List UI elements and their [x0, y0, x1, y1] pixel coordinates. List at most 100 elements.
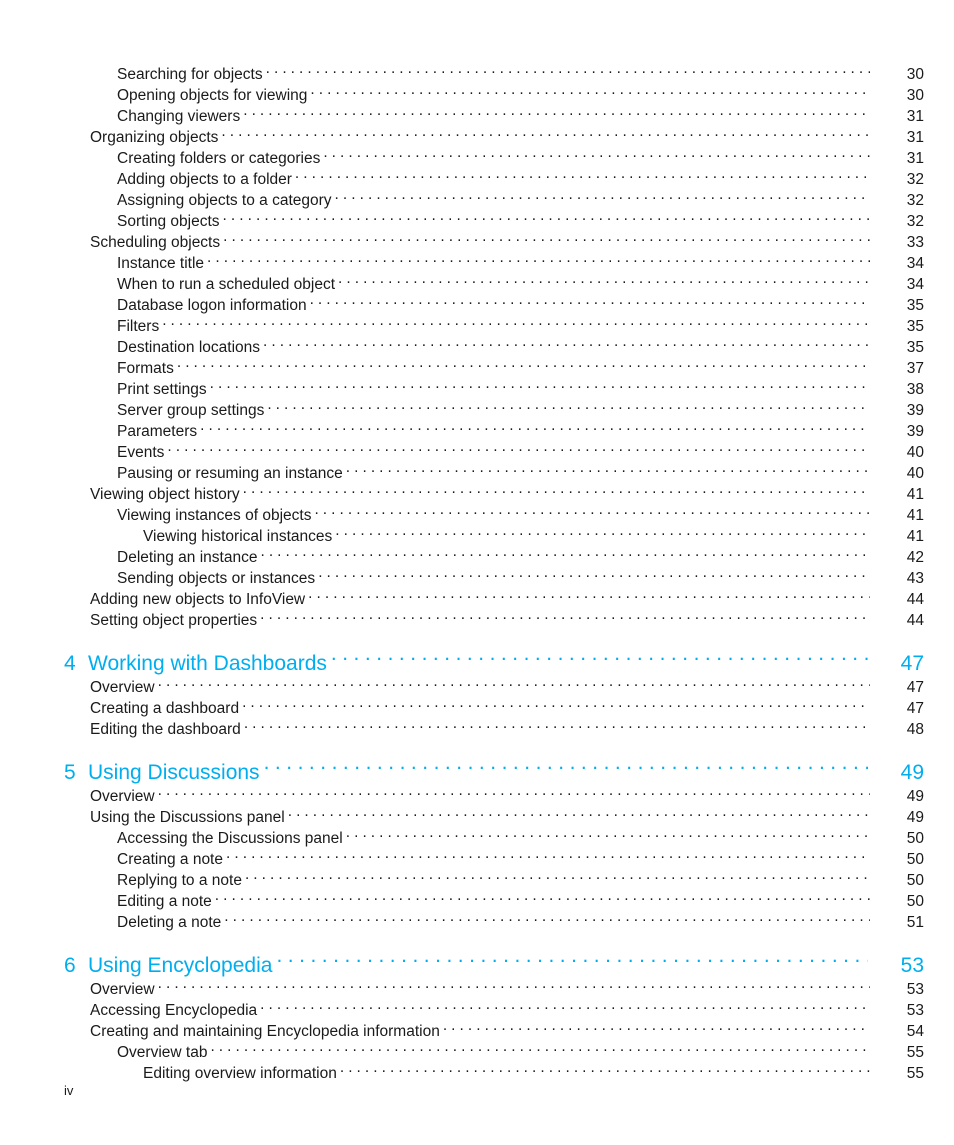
toc-entry-label: Editing the dashboard	[90, 721, 241, 738]
toc-entry-label: Events	[117, 444, 165, 461]
toc-page-number: 35	[906, 297, 924, 314]
toc-entry-label: Creating a note	[117, 851, 223, 868]
dot-leader	[331, 640, 868, 670]
toc-entry-label: Setting object properties	[90, 612, 258, 629]
toc-page-number: 50	[906, 830, 924, 847]
toc-entry-label: Accessing Encyclopedia	[90, 1002, 258, 1019]
dot-leader	[267, 394, 870, 415]
toc-entry-label: Creating folders or categories	[117, 150, 321, 167]
dot-leader	[323, 142, 870, 163]
toc-page-number: 44	[906, 591, 924, 608]
dot-leader	[243, 478, 870, 499]
toc-page-number: 47	[906, 679, 924, 696]
toc-chapter-row[interactable]: 4Working with Dashboards47	[0, 640, 954, 675]
toc-chapter-row[interactable]: 6Using Encyclopedia53	[0, 942, 954, 977]
dot-leader	[223, 205, 870, 226]
toc-page-number: 50	[906, 851, 924, 868]
dot-leader	[314, 499, 870, 520]
toc-page-number: 31	[906, 129, 924, 146]
toc-page-number: 54	[906, 1023, 924, 1040]
dot-leader	[223, 226, 870, 247]
toc-entry-label: Editing a note	[117, 893, 212, 910]
toc-page-number: 39	[906, 423, 924, 440]
toc-entry-label: Overview	[90, 679, 155, 696]
toc-entry-label: Using the Discussions panel	[90, 809, 285, 826]
toc-entry-label: Instance title	[117, 255, 205, 272]
dot-leader	[276, 942, 868, 972]
toc-page-number: 32	[906, 171, 924, 188]
dot-leader	[310, 289, 870, 310]
toc-page-number: 31	[906, 150, 924, 167]
toc-page-number: 55	[906, 1065, 924, 1082]
toc-page-number: 49	[906, 809, 924, 826]
toc-entry-label: Overview	[90, 788, 155, 805]
dot-leader	[210, 373, 870, 394]
dot-leader	[221, 121, 870, 142]
toc-page-number: 38	[906, 381, 924, 398]
toc-page-number: 50	[906, 893, 924, 910]
toc-page-number: 49	[900, 761, 924, 784]
toc-chapter-number: 4	[64, 652, 76, 675]
toc-page-number: 44	[906, 612, 924, 629]
dot-leader	[244, 713, 870, 734]
toc-entry-label: Overview	[90, 981, 155, 998]
toc-entry-label: Organizing objects	[90, 129, 219, 146]
toc-page-number: 48	[906, 721, 924, 738]
toc-page-number: 31	[906, 108, 924, 125]
toc-entry-label: Print settings	[117, 381, 207, 398]
toc-page-number: 30	[906, 87, 924, 104]
toc-entry-label: Sending objects or instances	[117, 570, 316, 587]
toc-page-number: 41	[906, 528, 924, 545]
toc-page-number: 34	[906, 276, 924, 293]
toc-page-number: 42	[906, 549, 924, 566]
dot-leader	[224, 906, 870, 927]
dot-leader	[158, 973, 870, 994]
toc-chapter-number: 5	[64, 761, 76, 784]
toc-page-number: 51	[906, 914, 924, 931]
dot-leader	[346, 822, 870, 843]
toc-page-number: 53	[906, 981, 924, 998]
toc-page-number: 49	[906, 788, 924, 805]
toc-page-number: 37	[906, 360, 924, 377]
dot-leader	[158, 780, 870, 801]
dot-leader	[200, 415, 870, 436]
toc-entry-label: Adding objects to a folder	[117, 171, 292, 188]
dot-leader	[288, 801, 870, 822]
toc-entry-label: Formats	[117, 360, 174, 377]
dot-leader	[266, 58, 870, 79]
dot-leader	[242, 692, 870, 713]
toc-page-number: 34	[906, 255, 924, 272]
dot-leader	[167, 436, 870, 457]
page-folio: iv	[64, 1083, 74, 1098]
dot-leader	[338, 268, 870, 289]
toc-page-number: 40	[906, 444, 924, 461]
toc-entry-label: Viewing object history	[90, 486, 240, 503]
toc-entry-label: Viewing instances of objects	[117, 507, 312, 524]
toc-entry-label: Overview tab	[117, 1044, 208, 1061]
toc-chapter-row[interactable]: 5Using Discussions49	[0, 749, 954, 784]
dot-leader	[158, 671, 870, 692]
dot-leader	[335, 184, 870, 205]
toc-page-number: 30	[906, 66, 924, 83]
dot-leader	[245, 864, 870, 885]
toc-entry-label: When to run a scheduled object	[117, 276, 335, 293]
toc-entry-label: Deleting a note	[117, 914, 222, 931]
dot-leader	[295, 163, 870, 184]
dot-leader	[177, 352, 870, 373]
toc-entry-row[interactable]: Searching for objects 30	[0, 58, 954, 83]
toc-page-number: 50	[906, 872, 924, 889]
dot-leader	[346, 457, 870, 478]
dot-leader	[335, 520, 870, 541]
dot-leader	[260, 541, 870, 562]
toc-page-number: 32	[906, 213, 924, 230]
dot-leader	[226, 843, 870, 864]
toc-page-number: 43	[906, 570, 924, 587]
dot-leader	[260, 604, 870, 625]
dot-leader	[443, 1015, 870, 1036]
dot-leader	[243, 100, 870, 121]
toc-entry-label: Creating a dashboard	[90, 700, 240, 717]
dot-leader	[308, 583, 870, 604]
toc-entry-label: Scheduling objects	[90, 234, 221, 251]
dot-leader	[260, 994, 870, 1015]
toc-page-number: 55	[906, 1044, 924, 1061]
